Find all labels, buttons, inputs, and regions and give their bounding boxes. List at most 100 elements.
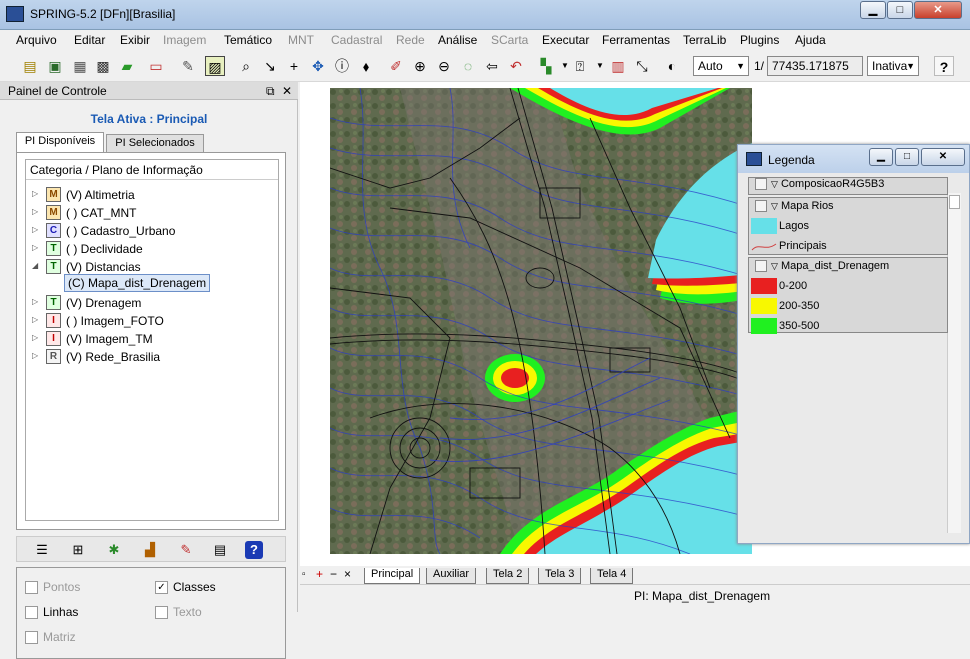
tab-tela-3[interactable]: Tela 3: [538, 568, 582, 584]
menu-mnt[interactable]: MNT: [288, 33, 314, 47]
expand-icon[interactable]: ▷: [32, 351, 38, 360]
menu-analise[interactable]: Análise: [438, 33, 477, 47]
zoom-in-icon[interactable]: ⊕: [410, 56, 430, 76]
menu-plugins[interactable]: Plugins: [740, 33, 779, 47]
tab-pi-disponiveis[interactable]: PI Disponíveis: [16, 132, 104, 153]
tab-tela-4[interactable]: Tela 4: [590, 568, 634, 584]
dropdown2-icon[interactable]: ▼: [590, 56, 610, 76]
matriz-checkbox[interactable]: Matriz: [25, 630, 76, 645]
expand-icon[interactable]: ▷: [32, 243, 38, 252]
zoom-icon[interactable]: ⌕: [236, 56, 256, 76]
visual-icon[interactable]: ✱: [105, 541, 123, 559]
database-icon[interactable]: ▤: [20, 56, 40, 76]
undo-icon[interactable]: ↶: [506, 56, 526, 76]
minimize-button[interactable]: ▁: [860, 1, 886, 19]
table-icon[interactable]: ▤: [211, 541, 229, 559]
view-icon[interactable]: ▚: [536, 56, 556, 76]
zoom-out-icon[interactable]: ⊖: [434, 56, 454, 76]
tab-pi-selecionados[interactable]: PI Selecionados: [106, 134, 204, 153]
help-icon[interactable]: ?: [245, 541, 263, 559]
chart-icon[interactable]: ▟: [141, 541, 159, 559]
pontos-checkbox[interactable]: Pontos: [25, 580, 80, 595]
eraser-icon[interactable]: ✎: [178, 56, 198, 76]
legend-scrollbar[interactable]: [947, 193, 961, 533]
classes-checkbox[interactable]: ✓ Classes: [155, 580, 216, 595]
menu-terralib[interactable]: TerraLib: [683, 33, 726, 47]
pencil-icon[interactable]: ✎: [177, 541, 195, 559]
menu-arquivo[interactable]: Arquivo: [16, 33, 57, 47]
panel-header: Painel de Controle ⧉ ✕: [0, 82, 298, 100]
close-button[interactable]: ✕: [914, 1, 962, 19]
frame-icon[interactable]: ▭: [146, 56, 166, 76]
list-icon[interactable]: ☰: [33, 541, 51, 559]
expand-icon[interactable]: ▷: [32, 189, 38, 198]
expand-icon[interactable]: ▷: [32, 207, 38, 216]
tag-icon[interactable]: ⬧: [356, 56, 376, 76]
tab-principal[interactable]: Principal: [364, 568, 421, 584]
menu-scarta[interactable]: SCarta: [491, 33, 528, 47]
legend-close-button[interactable]: ✕: [921, 148, 965, 166]
expand-icon[interactable]: ▷: [32, 333, 38, 342]
texto-checkbox[interactable]: Texto: [155, 605, 202, 620]
menu-ferramentas[interactable]: Ferramentas: [602, 33, 670, 47]
scale-field[interactable]: 77435.171875: [767, 56, 863, 76]
tab-scroll-icon[interactable]: ▫: [302, 569, 306, 580]
grid-icon[interactable]: ▩: [93, 56, 113, 76]
category-icon: R: [46, 349, 61, 364]
info-icon[interactable]: ⓘ: [332, 56, 352, 76]
edit-icon[interactable]: ✐: [386, 56, 406, 76]
legend-maximize-button[interactable]: □: [895, 148, 919, 166]
menu-imagem[interactable]: Imagem: [163, 33, 206, 47]
category-icon: T: [46, 241, 61, 256]
remove-view-button[interactable]: −: [330, 567, 337, 581]
tree-item-mapa-dist-drenagem[interactable]: (C) Mapa_dist_Drenagem: [64, 274, 211, 292]
tree-container: Categoria / Plano de Informação ▷ M (V) Al…: [16, 152, 286, 530]
menu-exibir[interactable]: Exibir: [120, 33, 150, 47]
collapse-icon[interactable]: ◢: [32, 261, 38, 270]
menu-executar[interactable]: Executar: [542, 33, 589, 47]
linhas-checkbox[interactable]: Linhas: [25, 605, 78, 620]
scroll-thumb[interactable]: [949, 195, 960, 209]
cursor-plus-icon[interactable]: +: [284, 56, 304, 76]
float-icon[interactable]: ⧉: [266, 84, 275, 99]
properties-icon[interactable]: ⊞: [69, 541, 87, 559]
map-canvas[interactable]: [330, 88, 752, 554]
pointer-icon[interactable]: ↘: [260, 56, 280, 76]
legend-group-mapa-rios[interactable]: ▽ Mapa Rios Lagos Principais: [748, 197, 948, 255]
select-icon[interactable]: ⤡: [632, 56, 652, 76]
pan-icon[interactable]: ✥: [308, 56, 328, 76]
polygon-icon[interactable]: ▰: [117, 56, 137, 76]
tab-tela-2[interactable]: Tela 2: [486, 568, 530, 584]
layer-icon[interactable]: ▦: [70, 56, 90, 76]
query-icon[interactable]: ⍰: [570, 56, 590, 76]
menu-rede[interactable]: Rede: [396, 33, 425, 47]
cursor-mode-select[interactable]: Inativa ▼: [867, 56, 919, 76]
panel-close-icon[interactable]: ✕: [282, 84, 292, 98]
maximize-button[interactable]: □: [887, 1, 913, 19]
menu-tematico[interactable]: Temático: [224, 33, 272, 47]
project-icon[interactable]: ▣: [45, 56, 65, 76]
group-checkbox[interactable]: [755, 260, 767, 273]
menu-ajuda[interactable]: Ajuda: [795, 33, 826, 47]
menu-cadastral[interactable]: Cadastral: [331, 33, 382, 47]
menu-bar: Arquivo Editar Exibir Imagem Temático MN…: [0, 30, 970, 50]
palette-icon[interactable]: ◐: [662, 56, 682, 76]
group-checkbox[interactable]: [755, 200, 767, 213]
legend-group-composicao[interactable]: ▽ ComposicaoR4G5B3: [748, 177, 948, 195]
draw-icon[interactable]: ▨: [205, 56, 225, 76]
back-icon[interactable]: ⇦: [482, 56, 502, 76]
zoom-area-icon[interactable]: ◌: [458, 56, 478, 76]
legend-minimize-button[interactable]: ▁: [869, 148, 893, 166]
zoom-mode-select[interactable]: Auto ▼: [693, 56, 749, 76]
menu-editar[interactable]: Editar: [74, 33, 105, 47]
ruler-icon[interactable]: ▥: [608, 56, 628, 76]
legend-group-mapa-dist-drenagem[interactable]: ▽ Mapa_dist_Drenagem 0-200 200-350 350-5…: [748, 257, 948, 334]
expand-icon[interactable]: ▷: [32, 297, 38, 306]
expand-icon[interactable]: ▷: [32, 225, 38, 234]
add-view-button[interactable]: +: [316, 567, 323, 581]
expand-icon[interactable]: ▷: [32, 315, 38, 324]
group-checkbox[interactable]: [755, 178, 767, 191]
close-view-button[interactable]: ×: [344, 567, 351, 581]
help-button[interactable]: ?: [934, 56, 954, 76]
tab-auxiliar[interactable]: Auxiliar: [426, 568, 477, 584]
